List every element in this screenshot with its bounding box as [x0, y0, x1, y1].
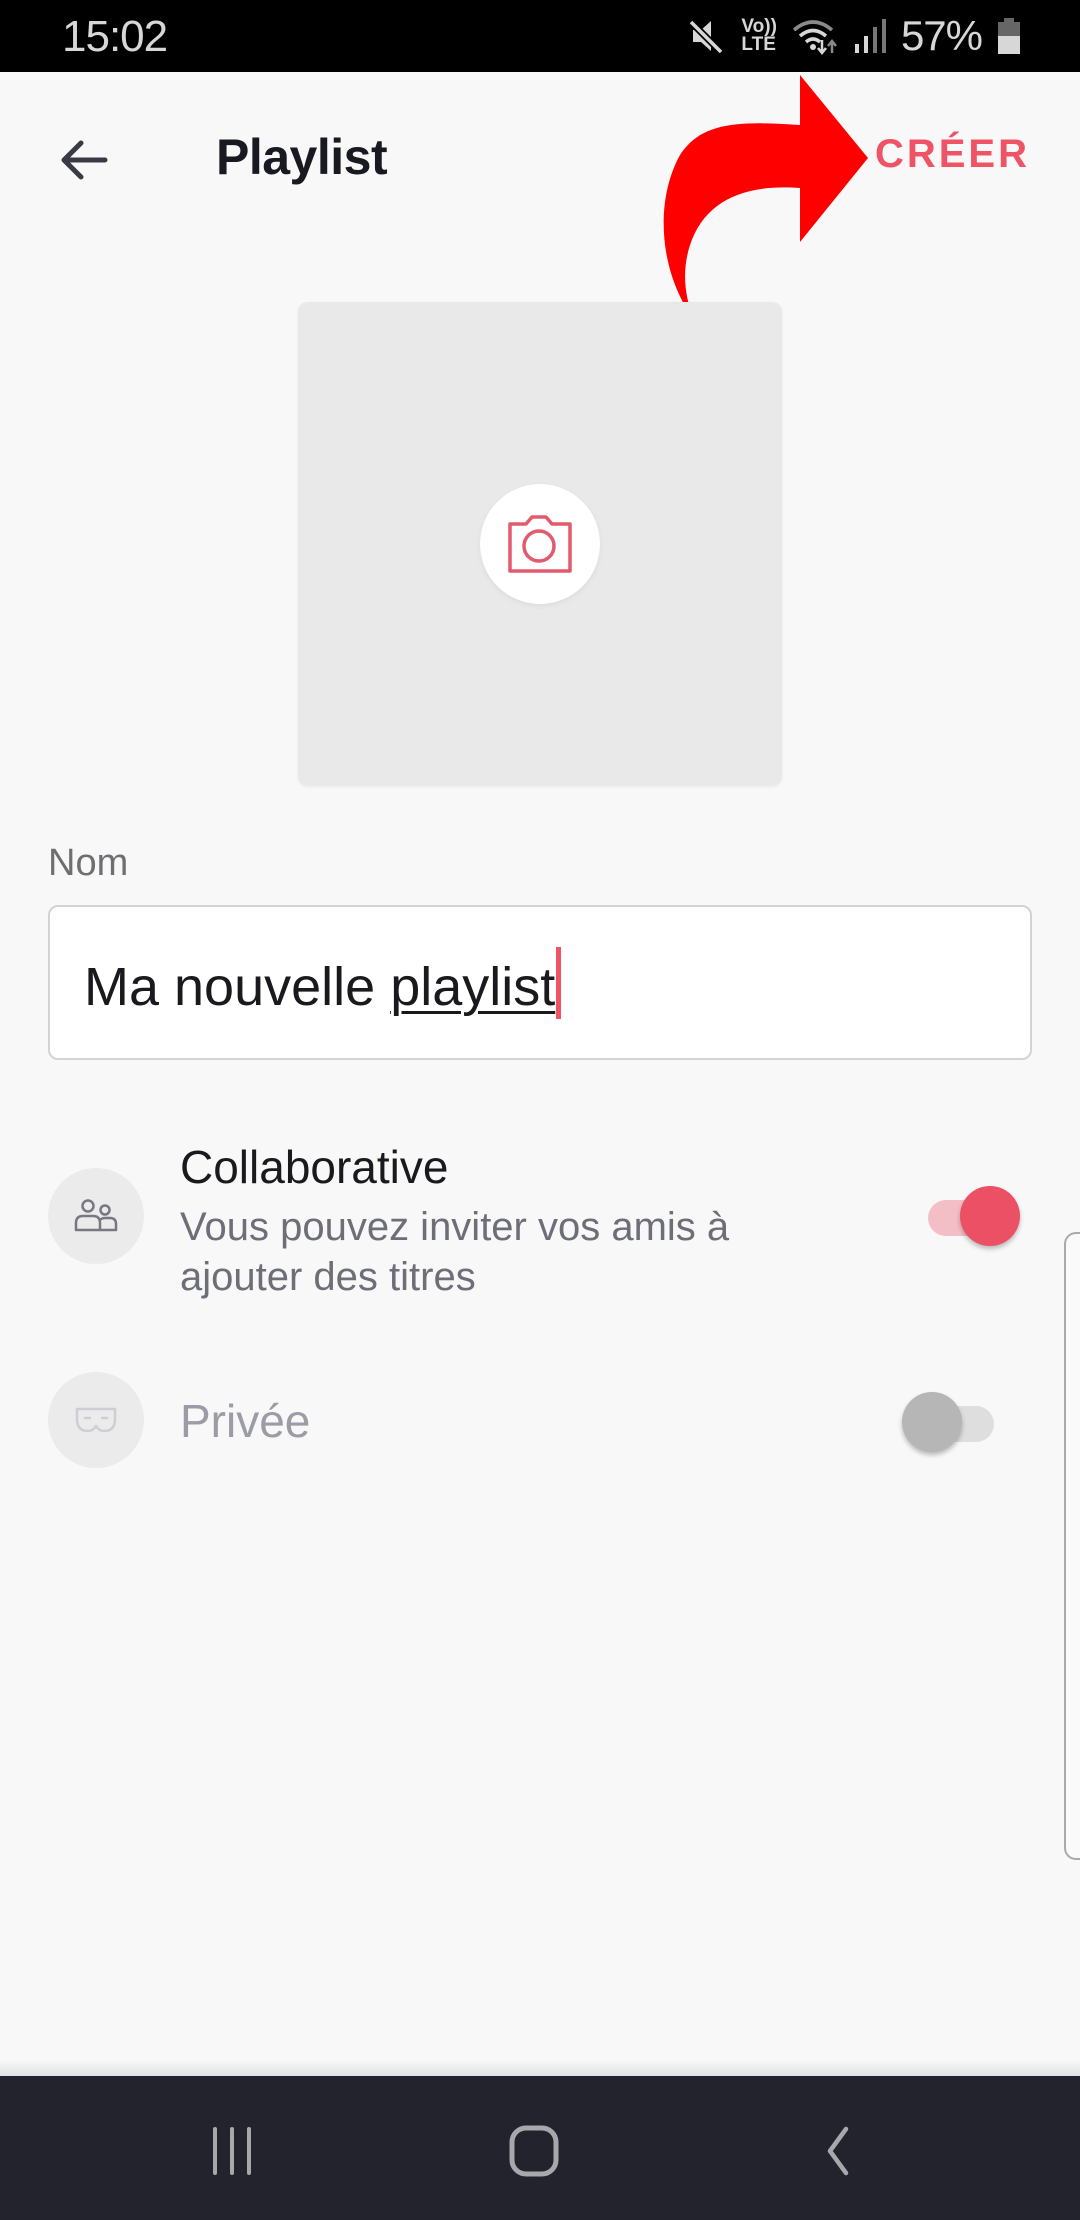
edge-panel-handle[interactable] — [1064, 1232, 1080, 1860]
name-input[interactable]: Ma nouvelle playlist — [84, 947, 562, 1019]
battery-icon — [996, 16, 1022, 56]
collaborative-toggle-knob — [960, 1186, 1020, 1246]
people-icon — [74, 1199, 118, 1232]
status-bar: 15:02 Vo)) LTE 57% — [0, 0, 1080, 72]
page-title: Playlist — [216, 129, 388, 185]
text-caret — [556, 947, 562, 1019]
home-button[interactable] — [474, 2106, 594, 2196]
arrow-left-icon — [61, 140, 108, 180]
volte-bottom-text: LTE — [741, 34, 776, 55]
collaborative-description: Vous pouvez inviter vos amis à ajouter d… — [180, 1205, 730, 1299]
playlist-cover[interactable] — [298, 302, 782, 786]
status-icons: Vo)) LTE 57% — [687, 12, 1022, 59]
add-cover-photo-button[interactable] — [480, 484, 600, 604]
create-button[interactable]: CRÉER — [875, 132, 1030, 177]
home-icon — [509, 2125, 559, 2177]
volte-icon: Vo)) LTE — [741, 17, 777, 55]
back-icon — [827, 2126, 849, 2176]
collaborative-title: Collaborative — [180, 1141, 449, 1193]
camera-icon — [508, 515, 572, 573]
name-input-underlined-word: playlist — [390, 957, 556, 1017]
private-toggle[interactable] — [902, 1392, 1002, 1452]
mask-icon — [75, 1407, 117, 1433]
collaborative-icon-circle — [48, 1168, 144, 1264]
wifi-icon — [791, 16, 839, 56]
name-field[interactable]: Ma nouvelle playlist — [48, 905, 1032, 1060]
name-label: Nom — [48, 842, 129, 884]
private-title: Privée — [180, 1395, 311, 1447]
nav-bar — [0, 2076, 1080, 2220]
name-input-text: Ma nouvelle — [84, 957, 391, 1017]
app-bar: Playlist CRÉER — [0, 72, 1080, 242]
mute-icon — [687, 16, 727, 56]
private-toggle-knob — [902, 1392, 962, 1452]
status-time: 15:02 — [62, 12, 168, 61]
nav-back-button[interactable] — [778, 2106, 898, 2196]
recents-button[interactable] — [172, 2106, 292, 2196]
private-icon-circle — [48, 1372, 144, 1468]
collaborative-toggle[interactable] — [920, 1186, 1020, 1246]
battery-percent: 57% — [900, 12, 983, 59]
recents-icon — [213, 2127, 251, 2175]
back-button[interactable] — [46, 122, 122, 198]
signal-icon — [853, 16, 887, 56]
